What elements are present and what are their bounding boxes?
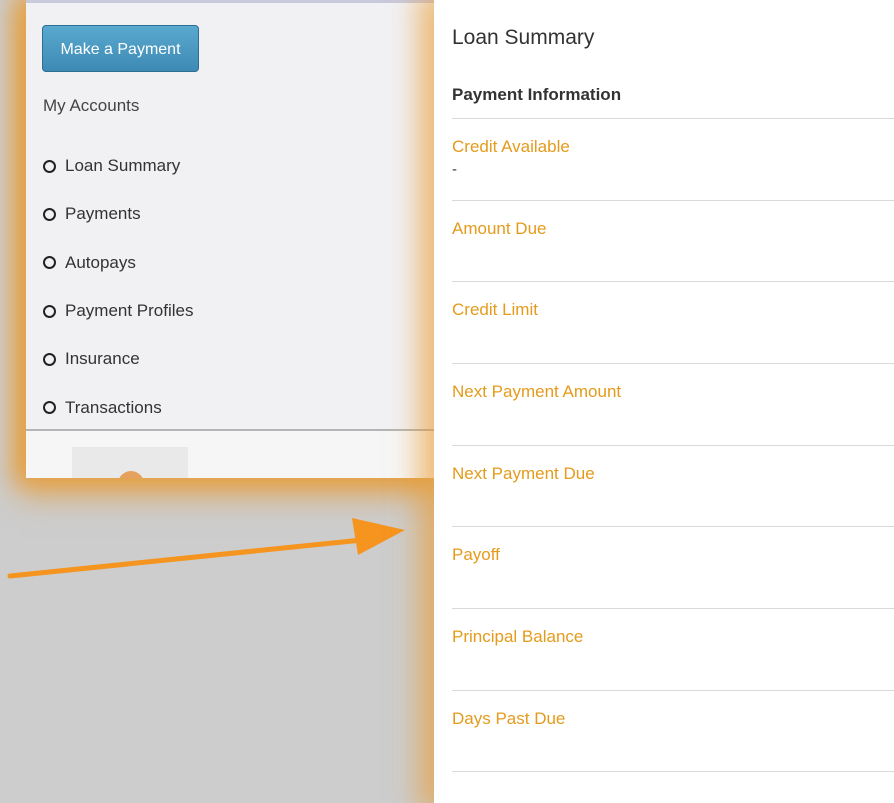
info-row-credit-available: Credit Available - [452,118,894,200]
nav-item-transactions[interactable]: Transactions [43,383,194,431]
my-accounts-heading: My Accounts [43,96,140,115]
make-payment-button[interactable]: Make a Payment [42,25,199,72]
ring-icon [43,304,56,318]
nav-item-payments[interactable]: Payments [43,190,194,238]
nav-item-label: Loan Summary [65,156,181,176]
nav-item-label: Insurance [65,349,140,369]
sidebar-footer [26,431,434,478]
avatar-frame [72,447,188,478]
info-label: Principal Balance [452,627,584,647]
info-row-payoff: Payoff [452,526,894,608]
info-label: Amount Due [452,218,547,238]
ring-icon [43,256,56,270]
accounts-nav: Loan Summary Payments Autopays Payment P… [43,142,194,432]
screen: Make a Payment My Accounts Loan Summary … [0,0,894,803]
section-title: Payment Information [452,85,622,104]
avatar [118,471,144,478]
nav-item-label: Payments [65,204,141,224]
nav-item-label: Transactions [65,397,162,417]
ring-icon [43,159,56,173]
info-row-credit-limit: Credit Limit [452,281,894,363]
page-title: Loan Summary [452,26,595,49]
info-label: Payoff [452,545,500,565]
info-label: Next Payment Amount [452,382,622,402]
info-row-days-past-due: Days Past Due [452,689,894,772]
info-row-next-payment-amount: Next Payment Amount [452,363,894,445]
info-label: Days Past Due [452,708,566,728]
info-label: Next Payment Due [452,463,595,483]
ring-icon [43,401,56,415]
sidebar: Make a Payment My Accounts Loan Summary … [26,0,434,478]
info-row-principal-balance: Principal Balance [452,608,894,690]
payment-info-list: Credit Available - Amount Due Credit Lim… [452,118,894,772]
info-row-amount-due: Amount Due [452,199,894,282]
nav-item-payment-profiles[interactable]: Payment Profiles [43,287,194,335]
info-label: Credit Limit [452,300,538,320]
nav-item-label: Autopays [65,252,136,272]
info-value: - [452,161,457,178]
ring-icon [43,207,56,221]
nav-item-insurance[interactable]: Insurance [43,335,194,383]
sidebar-top-border [26,0,434,3]
info-label: Credit Available [452,137,570,156]
nav-item-autopays[interactable]: Autopays [43,239,194,287]
loan-summary-panel: Loan Summary Payment Information Credit … [434,0,894,803]
nav-item-loan-summary[interactable]: Loan Summary [43,142,194,190]
info-row-next-payment-due: Next Payment Due [452,444,894,527]
ring-icon [43,352,56,366]
nav-item-label: Payment Profiles [65,301,194,321]
